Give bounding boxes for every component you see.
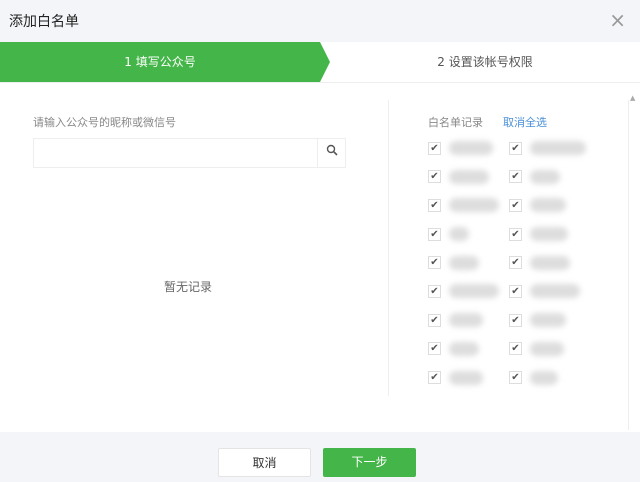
list-item[interactable]: ✔ bbox=[509, 341, 564, 356]
list-item[interactable]: ✔ bbox=[428, 341, 479, 356]
list-item[interactable]: ✔ bbox=[509, 198, 566, 213]
blurred-account-name bbox=[530, 198, 566, 213]
list-row: ✔ ✔ bbox=[428, 341, 598, 371]
checkbox-checked[interactable]: ✔ bbox=[509, 313, 522, 327]
list-item[interactable]: ✔ bbox=[428, 227, 469, 242]
list-item[interactable]: ✔ bbox=[428, 313, 483, 328]
dialog-header: 添加白名单 × bbox=[0, 0, 640, 42]
step-2: 2 设置该帐号权限 bbox=[437, 55, 533, 69]
checkbox-checked[interactable]: ✔ bbox=[428, 256, 441, 270]
blurred-account-name bbox=[530, 370, 558, 385]
list-row: ✔ ✔ bbox=[428, 284, 598, 313]
blurred-account-name bbox=[449, 255, 479, 270]
checkbox-checked[interactable]: ✔ bbox=[509, 170, 522, 184]
blurred-account-name bbox=[530, 141, 586, 155]
list-row: ✔ ✔ bbox=[428, 370, 598, 400]
divider bbox=[388, 100, 389, 396]
blurred-account-name bbox=[449, 284, 499, 299]
list-row: ✔ ✔ bbox=[428, 141, 598, 170]
close-icon[interactable]: × bbox=[609, 8, 626, 32]
blurred-account-name bbox=[530, 341, 564, 356]
checkbox-checked[interactable]: ✔ bbox=[509, 342, 522, 356]
checkbox-checked[interactable]: ✔ bbox=[509, 284, 522, 298]
list-item[interactable]: ✔ bbox=[509, 284, 580, 299]
list-item[interactable]: ✔ bbox=[509, 141, 586, 155]
checkbox-checked[interactable]: ✔ bbox=[428, 141, 441, 155]
deselect-all-link[interactable]: 取消全选 bbox=[503, 114, 547, 130]
next-button[interactable]: 下一步 bbox=[323, 448, 416, 477]
list-item[interactable]: ✔ bbox=[428, 169, 489, 184]
search-input[interactable] bbox=[34, 139, 314, 167]
list-item[interactable]: ✔ bbox=[428, 370, 483, 385]
blurred-account-name bbox=[530, 227, 568, 242]
list-item[interactable]: ✔ bbox=[428, 284, 499, 299]
scrollbar[interactable]: ▲ bbox=[628, 94, 638, 430]
list-row: ✔ ✔ bbox=[428, 198, 598, 227]
blurred-account-name bbox=[530, 169, 560, 184]
whitelist-label: 白名单记录 bbox=[428, 116, 483, 129]
checkbox-checked[interactable]: ✔ bbox=[509, 256, 522, 270]
blurred-account-name bbox=[530, 255, 570, 270]
checkbox-checked[interactable]: ✔ bbox=[428, 227, 441, 241]
list-item[interactable]: ✔ bbox=[428, 141, 493, 155]
list-item[interactable]: ✔ bbox=[428, 198, 499, 213]
checkbox-checked[interactable]: ✔ bbox=[509, 371, 522, 384]
list-item[interactable]: ✔ bbox=[509, 255, 570, 270]
checkbox-checked[interactable]: ✔ bbox=[428, 313, 441, 327]
list-item[interactable]: ✔ bbox=[509, 227, 568, 242]
blurred-account-name bbox=[449, 169, 489, 184]
blurred-account-name bbox=[449, 341, 479, 356]
search-icon[interactable] bbox=[317, 139, 345, 167]
checkbox-checked[interactable]: ✔ bbox=[509, 141, 522, 155]
list-row: ✔ ✔ bbox=[428, 255, 598, 285]
dialog-title: 添加白名单 bbox=[9, 14, 79, 30]
list-row: ✔ ✔ bbox=[428, 169, 598, 199]
blurred-account-name bbox=[449, 141, 493, 155]
checkbox-checked[interactable]: ✔ bbox=[428, 198, 441, 212]
step-indicator: 1 填写公众号 2 设置该帐号权限 bbox=[0, 42, 640, 82]
dialog-footer: 取消 下一步 bbox=[0, 432, 640, 482]
checkbox-checked[interactable]: ✔ bbox=[428, 284, 441, 298]
list-item[interactable]: ✔ bbox=[428, 255, 479, 270]
blurred-account-name bbox=[530, 313, 566, 328]
checkbox-checked[interactable]: ✔ bbox=[428, 371, 441, 384]
cancel-button[interactable]: 取消 bbox=[218, 448, 311, 477]
list-row: ✔ ✔ bbox=[428, 227, 598, 256]
blurred-account-name bbox=[449, 370, 483, 385]
blurred-account-name bbox=[449, 198, 499, 213]
blurred-account-name bbox=[449, 313, 483, 328]
scroll-up-icon[interactable]: ▲ bbox=[630, 94, 635, 102]
list-item[interactable]: ✔ bbox=[509, 370, 558, 385]
whitelist-list: ✔ ✔ ✔ ✔ ✔ ✔ ✔ ✔ ✔ ✔ ✔ ✔ ✔ ✔ ✔ ✔ ✔ ✔ bbox=[428, 141, 598, 399]
checkbox-checked[interactable]: ✔ bbox=[509, 227, 522, 241]
search-box bbox=[33, 138, 346, 168]
list-item[interactable]: ✔ bbox=[509, 313, 566, 328]
checkbox-checked[interactable]: ✔ bbox=[428, 342, 441, 356]
list-item[interactable]: ✔ bbox=[509, 169, 560, 184]
checkbox-checked[interactable]: ✔ bbox=[428, 170, 441, 184]
blurred-account-name bbox=[530, 284, 580, 299]
blurred-account-name bbox=[449, 227, 469, 242]
list-row: ✔ ✔ bbox=[428, 313, 598, 342]
checkbox-checked[interactable]: ✔ bbox=[509, 198, 522, 212]
step-1-active: 1 填写公众号 bbox=[0, 42, 330, 82]
empty-state-text: 暂无记录 bbox=[164, 280, 213, 294]
search-label: 请输入公众号的昵称或微信号 bbox=[33, 116, 176, 129]
